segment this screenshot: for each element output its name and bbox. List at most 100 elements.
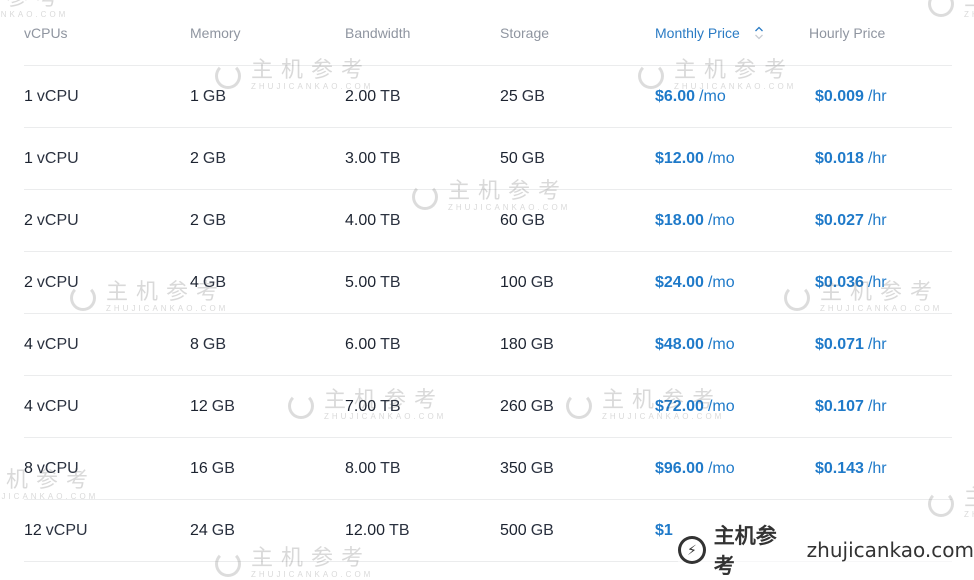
vcpu-cell-value: 2 <box>24 211 33 229</box>
hourly-price-cell-value: $0.071 <box>815 335 864 353</box>
hourly-price-cell: $0.027/hr <box>815 190 887 251</box>
table-row[interactable]: 1 vCPU 1 GB 2.00 TB 25 GB $6.00/mo $0.009/hr <box>24 66 952 128</box>
memory-cell-value: 2 <box>190 211 199 229</box>
vcpu-cell: 4 vCPU <box>24 376 79 437</box>
monthly-price-cell-value: $6.00 <box>655 87 696 105</box>
memory-cell: 24 GB <box>190 500 235 561</box>
storage-cell: 260 GB <box>500 376 554 437</box>
memory-cell: 1 GB <box>190 66 226 127</box>
memory-cell: 12 GB <box>190 376 235 437</box>
table-row[interactable]: 2 vCPU 4 GB 5.00 TB 100 GB $24.00/mo $0.036/hr <box>24 252 952 314</box>
storage-cell-unit: GB <box>530 273 554 291</box>
memory-cell: 2 GB <box>190 128 226 189</box>
memory-cell: 4 GB <box>190 252 226 313</box>
table-row[interactable]: 1 vCPU 2 GB 3.00 TB 50 GB $12.00/mo $0.018/hr <box>24 128 952 190</box>
vcpu-cell: 2 vCPU <box>24 190 79 251</box>
hourly-price-cell-unit: /hr <box>867 149 887 167</box>
header-label: vCPUs <box>24 24 68 41</box>
hourly-price-cell-value: $0.143 <box>815 459 864 477</box>
monthly-price-cell-value: $24.00 <box>655 273 704 291</box>
storage-cell-unit: GB <box>521 87 545 105</box>
bandwidth-cell-value: 3.00 <box>345 149 377 167</box>
hourly-price-cell: $0.018/hr <box>815 128 887 189</box>
vcpu-cell-unit: vCPU <box>36 211 79 229</box>
hourly-price-cell-value: $0.107 <box>815 397 864 415</box>
monthly-price-cell-value: $1 <box>655 521 673 539</box>
watermark-en: ZHUJICANKAO.COM <box>251 570 374 579</box>
table-row[interactable]: 2 vCPU 2 GB 4.00 TB 60 GB $18.00/mo $0.027/hr <box>24 190 952 252</box>
storage-cell: 50 GB <box>500 128 545 189</box>
storage-cell: 500 GB <box>500 500 554 561</box>
memory-cell-value: 16 <box>190 459 208 477</box>
brand-url: zhujicankao.com <box>806 538 974 562</box>
storage-cell: 25 GB <box>500 66 545 127</box>
vcpu-cell: 1 vCPU <box>24 128 79 189</box>
hourly-price-cell: $0.143/hr <box>815 438 887 499</box>
bandwidth-cell-unit: TB <box>380 273 401 291</box>
vcpu-cell-unit: vCPU <box>36 273 79 291</box>
hourly-price-cell-value: $0.009 <box>815 87 864 105</box>
storage-cell-unit: GB <box>530 397 554 415</box>
header-storage[interactable]: Storage <box>500 0 549 65</box>
monthly-price-cell: $24.00/mo <box>655 252 735 313</box>
monthly-price-cell: $1 <box>655 500 677 561</box>
watermark-cn: 主机参考 <box>964 0 974 10</box>
memory-cell-unit: GB <box>202 211 227 229</box>
hourly-price-cell: $0.071/hr <box>815 314 887 375</box>
watermark-cn: 主机参考 <box>964 488 974 510</box>
vcpu-cell-unit: vCPU <box>36 459 79 477</box>
vcpu-cell-value: 1 <box>24 87 33 105</box>
vcpu-cell: 12 vCPU <box>24 500 88 561</box>
hourly-price-cell-unit: /hr <box>867 335 887 353</box>
watermark-en: ZHUJICANKAO.COM <box>964 510 974 519</box>
memory-cell-unit: GB <box>202 87 227 105</box>
hourly-price-cell-unit: /hr <box>867 87 887 105</box>
storage-cell-unit: GB <box>521 211 545 229</box>
vcpu-cell-value: 1 <box>24 149 33 167</box>
monthly-price-cell-unit: /mo <box>707 149 735 167</box>
memory-cell-unit: GB <box>202 335 227 353</box>
table-row[interactable]: 8 vCPU 16 GB 8.00 TB 350 GB $96.00/mo $0.143/hr <box>24 438 952 500</box>
sort-chevrons-icon[interactable] <box>754 25 764 41</box>
pricing-table: vCPUs Memory Bandwidth Storage Monthly P… <box>24 0 952 562</box>
bandwidth-cell-unit: TB <box>380 211 401 229</box>
monthly-price-cell-unit: /mo <box>707 273 735 291</box>
bandwidth-cell-unit: TB <box>380 87 401 105</box>
memory-cell-unit: GB <box>211 459 235 477</box>
storage-cell-value: 350 <box>500 459 527 477</box>
brand-watermark: ⚡ 主机参考 zhujicankao.com <box>678 520 974 580</box>
hourly-price-cell: $0.009/hr <box>815 66 887 127</box>
monthly-price-cell-value: $12.00 <box>655 149 704 167</box>
header-bandwidth[interactable]: Bandwidth <box>345 0 410 65</box>
storage-cell: 60 GB <box>500 190 545 251</box>
bandwidth-cell-unit: TB <box>380 335 401 353</box>
monthly-price-cell-value: $18.00 <box>655 211 704 229</box>
header-vcpus[interactable]: vCPUs <box>24 0 68 65</box>
bandwidth-cell-unit: TB <box>389 521 410 539</box>
bandwidth-cell: 7.00 TB <box>345 376 401 437</box>
header-hourly-price[interactable]: Hourly Price <box>809 0 885 65</box>
vcpu-cell: 4 vCPU <box>24 314 79 375</box>
memory-cell: 2 GB <box>190 190 226 251</box>
vcpu-cell-value: 4 <box>24 397 33 415</box>
table-row[interactable]: 4 vCPU 8 GB 6.00 TB 180 GB $48.00/mo $0.071/hr <box>24 314 952 376</box>
storage-cell-value: 60 <box>500 211 518 229</box>
watermark-en: ZHUJICANKAO.COM <box>964 10 974 19</box>
table-row[interactable]: 4 vCPU 12 GB 7.00 TB 260 GB $72.00/mo $0.107/hr <box>24 376 952 438</box>
memory-cell: 16 GB <box>190 438 235 499</box>
vcpu-cell-unit: vCPU <box>36 149 79 167</box>
storage-cell-unit: GB <box>530 459 554 477</box>
vcpu-cell-unit: vCPU <box>36 335 79 353</box>
hourly-price-cell-value: $0.027 <box>815 211 864 229</box>
bandwidth-cell-unit: TB <box>380 459 401 477</box>
storage-cell-unit: GB <box>521 149 545 167</box>
header-memory[interactable]: Memory <box>190 0 241 65</box>
hourly-price-cell-unit: /hr <box>867 397 887 415</box>
header-label: Storage <box>500 24 550 41</box>
hourly-price-cell-value: $0.036 <box>815 273 864 291</box>
header-monthly-price[interactable]: Monthly Price <box>655 0 764 65</box>
monthly-price-cell-unit: /mo <box>699 87 726 105</box>
table-header: vCPUs Memory Bandwidth Storage Monthly P… <box>24 0 952 66</box>
memory-cell-value: 2 <box>190 149 199 167</box>
storage-cell-value: 25 <box>500 87 518 105</box>
